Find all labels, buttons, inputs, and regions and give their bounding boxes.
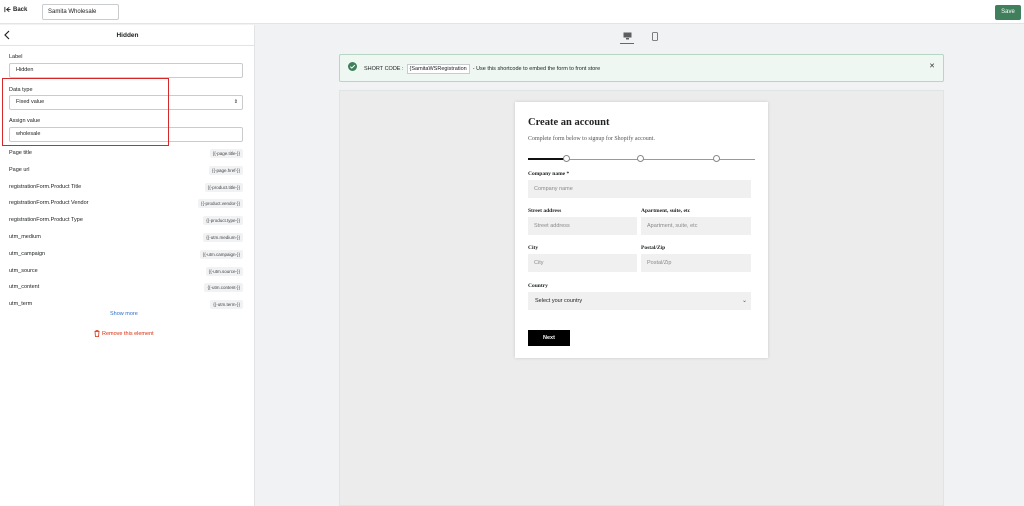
variable-name: registrationForm.Product Title	[9, 183, 82, 190]
step-dot-3[interactable]	[713, 155, 720, 162]
select-arrows-icon: ⇕	[233, 99, 238, 105]
variable-row: Page url {{-page.href-}}	[9, 165, 243, 177]
chevron-down-icon: ⌄	[741, 298, 747, 304]
step-progress	[528, 155, 755, 163]
step-dot-1[interactable]	[563, 155, 570, 162]
postal-input[interactable]: Postal/Zip	[641, 254, 751, 272]
back-arrow-icon	[4, 6, 11, 13]
apartment-input[interactable]: Apartment, suite, etc	[641, 217, 751, 235]
street-label: Street address	[528, 208, 562, 214]
variable-name: utm_content	[9, 284, 40, 291]
variable-row: utm_medium {{-utm.medium-}}	[9, 232, 243, 244]
postal-label: Postal/Zip	[641, 245, 666, 251]
show-more-link[interactable]: Show more	[110, 311, 138, 317]
variable-name: Page title	[9, 150, 32, 156]
country-label: Country	[528, 283, 548, 289]
desktop-view-button[interactable]	[620, 28, 634, 44]
street-input[interactable]: Street address	[528, 217, 637, 235]
step-progress-fill	[528, 158, 566, 160]
form-subtitle: Complete form below to signup for Shopif…	[528, 136, 655, 142]
save-button[interactable]: Save	[995, 5, 1021, 20]
variable-token[interactable]: {{-product.vendor-}}	[197, 199, 243, 209]
variable-name: utm_medium	[9, 234, 41, 240]
step-dot-2[interactable]	[637, 155, 644, 162]
variable-row: registrationForm.Product Vendor {{-produc…	[9, 198, 243, 210]
shortcode-suffix: - Use this shortcode to embed the form t…	[472, 66, 601, 72]
close-icon[interactable]: ✕	[929, 62, 935, 70]
variable-name: utm_campaign	[9, 250, 46, 257]
shortcode-value[interactable]: {SamitaWSRegistration	[406, 64, 470, 74]
variable-name: utm_source	[9, 267, 38, 274]
back-button[interactable]: Back	[4, 6, 27, 13]
next-button[interactable]: Next	[528, 330, 570, 346]
variable-token[interactable]: {{-utm.medium-}}	[203, 233, 243, 242]
shortcode-notice: SHORT CODE : {SamitaWSRegistration - Use…	[339, 54, 944, 82]
variable-token[interactable]: {{-product.title-}}	[204, 182, 243, 192]
label-field-label: Label	[9, 54, 23, 60]
highlight-box	[2, 78, 169, 146]
variable-name: registrationForm.Product Vendor	[9, 200, 89, 207]
form-title: Create an account	[528, 117, 610, 128]
variable-token[interactable]: {{-utm.source-}}	[205, 266, 243, 276]
label-input[interactable]: Hidden	[9, 63, 243, 78]
top-bar: Back Samita Wholesale Save	[0, 0, 1024, 24]
shortcode-prefix: SHORT CODE :	[364, 66, 404, 72]
variable-name: registrationForm.Product Type	[9, 217, 83, 224]
view-toggle	[620, 28, 662, 44]
variable-name: utm_term	[9, 301, 33, 308]
shortcode-text: SHORT CODE : {SamitaWSRegistration - Use…	[364, 64, 600, 74]
variable-row: utm_content {{-utm.content-}}	[9, 282, 243, 294]
company-input[interactable]: Company name	[528, 180, 751, 198]
back-label: Back	[13, 6, 28, 13]
variable-name: Page url	[9, 166, 30, 173]
mobile-view-button[interactable]	[648, 28, 662, 44]
variable-row: Page title {{-page.title-}}	[9, 148, 243, 160]
city-label: City	[528, 245, 539, 251]
variable-row: utm_term {{-utm.term-}}	[9, 299, 243, 311]
variable-token[interactable]: {{-page.title-}}	[209, 149, 243, 158]
remove-element-button[interactable]: Remove this element	[94, 330, 154, 337]
country-value: Select your country	[535, 298, 583, 304]
variable-row: utm_source {{-utm.source-}}	[9, 266, 243, 278]
variable-token[interactable]: {{-page.href-}}	[208, 165, 243, 175]
trash-icon	[94, 330, 100, 337]
variable-row: utm_campaign {{-utm.campaign-}}	[9, 249, 243, 261]
variable-token[interactable]: {{-utm.term-}}	[210, 300, 243, 310]
registration-form-preview: Create an account Complete form below to…	[515, 102, 768, 358]
variable-token[interactable]: {{-utm.campaign-}}	[199, 249, 243, 259]
remove-label: Remove this element	[102, 330, 154, 337]
city-input[interactable]: City	[528, 254, 637, 272]
apartment-label: Apartment, suite, etc	[641, 208, 691, 214]
panel-title: Hidden	[116, 32, 139, 39]
desktop-icon	[623, 32, 631, 39]
country-select[interactable]: Select your country ⌄	[528, 292, 751, 310]
variable-row: registrationForm.Product Type {{-product.…	[9, 215, 243, 227]
check-circle-icon	[348, 62, 357, 71]
variable-token[interactable]: {{-utm.content-}}	[204, 283, 243, 293]
variable-token[interactable]: {{-product.type-}}	[203, 216, 243, 226]
form-name-input[interactable]: Samita Wholesale	[42, 4, 119, 20]
variable-row: registrationForm.Product Title {{-product…	[9, 182, 243, 194]
mobile-icon	[652, 31, 658, 41]
panel-header: Hidden	[0, 25, 254, 46]
company-label: Company name *	[528, 171, 570, 177]
